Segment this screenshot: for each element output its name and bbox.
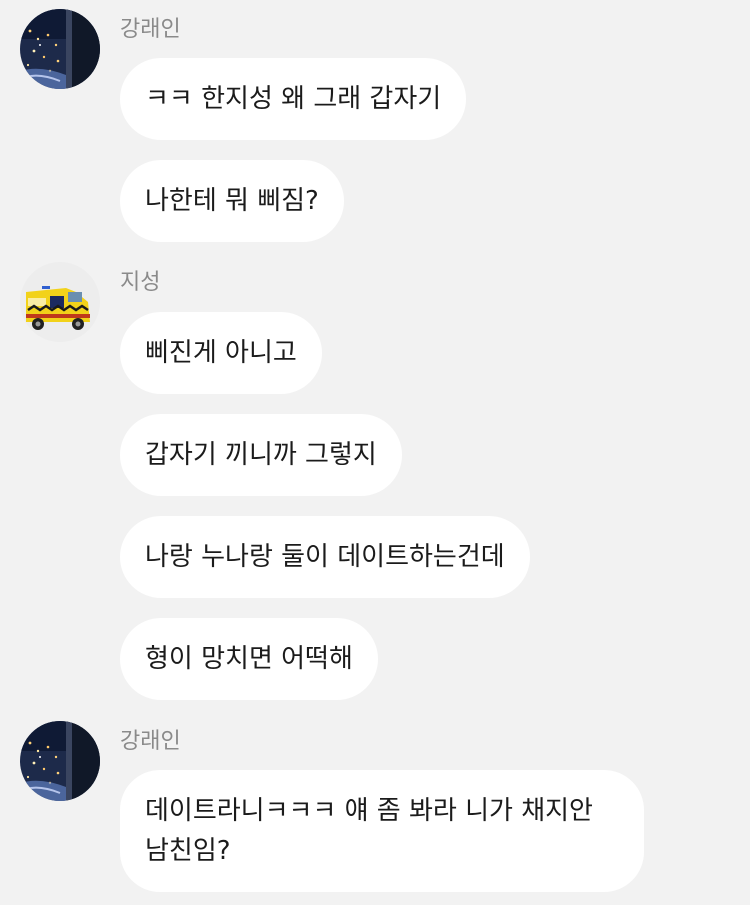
- chat-transcript: 강래인 ㅋㅋ 한지성 왜 그래 갑자기 나한테 뭐 삐짐? 지성 삐진게 아니고…: [0, 0, 750, 905]
- message-bubble[interactable]: 데이트라니ㅋㅋㅋ 얘 좀 봐라 니가 채지안 남친임?: [120, 770, 644, 892]
- message-bubble[interactable]: 나랑 누나랑 둘이 데이트하는건데: [120, 516, 530, 598]
- message-bubble[interactable]: 나한테 뭐 삐짐?: [120, 160, 344, 242]
- sender-name: 지성: [120, 270, 161, 295]
- sender-name: 강래인: [120, 729, 181, 754]
- message-bubble[interactable]: 형이 망치면 어떡해: [120, 618, 378, 700]
- sender-name: 강래인: [120, 17, 181, 42]
- ambulance-avatar-icon[interactable]: [20, 262, 100, 342]
- message-bubble[interactable]: 갑자기 끼니까 그렇지: [120, 414, 402, 496]
- message-bubble[interactable]: 삐진게 아니고: [120, 312, 322, 394]
- night-city-avatar-icon[interactable]: [20, 721, 100, 801]
- message-line: 데이트라니ㅋㅋㅋ 얘 좀 봐라 니가 채지안 남친임?: [145, 796, 593, 866]
- night-city-avatar-icon[interactable]: [20, 9, 100, 89]
- message-bubble[interactable]: ㅋㅋ 한지성 왜 그래 갑자기: [120, 58, 467, 140]
